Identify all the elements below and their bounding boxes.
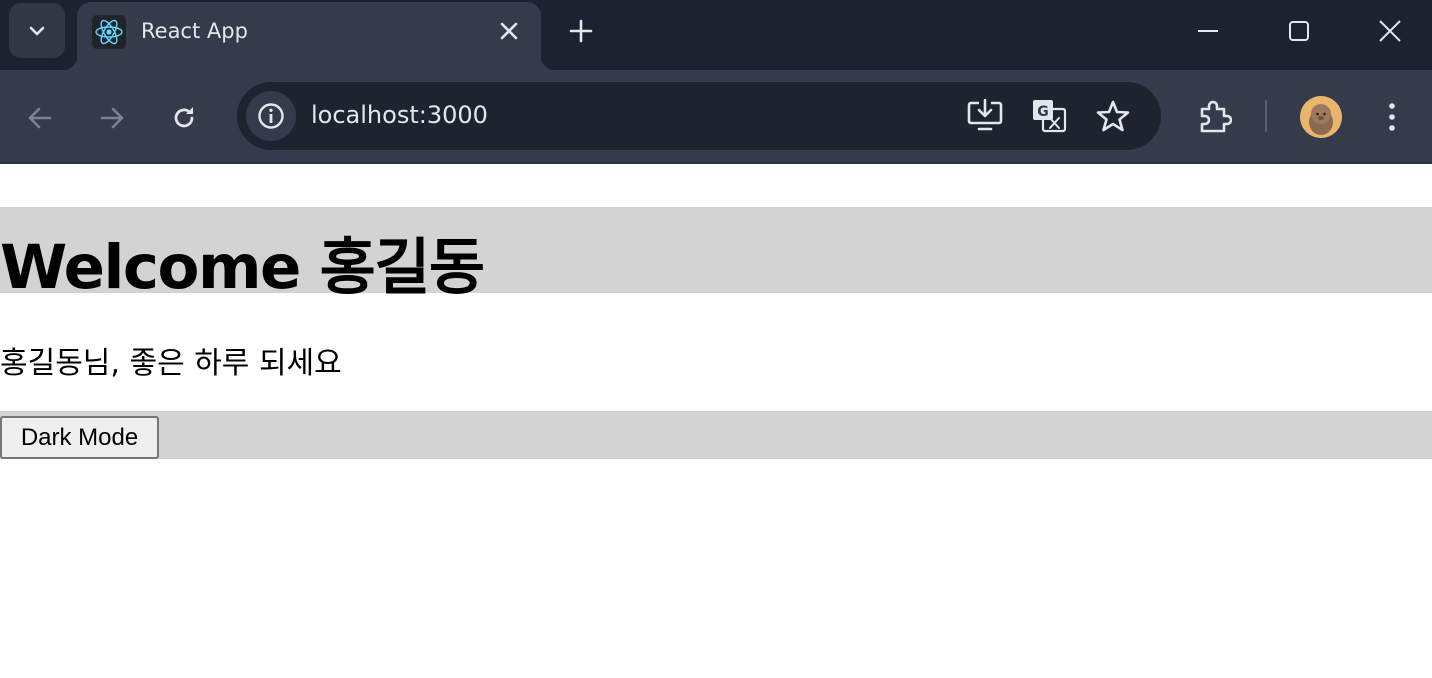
close-icon [1379,20,1401,42]
translate-icon: G [1033,100,1067,133]
button-section: Dark Mode [0,411,1432,459]
window-close-button[interactable] [1367,8,1413,54]
tab-strip: React App [0,0,1432,70]
reload-icon [174,107,194,128]
translate-button[interactable]: G [1027,94,1071,138]
extensions-button[interactable] [1191,94,1237,140]
star-icon [1096,100,1130,132]
address-bar[interactable]: localhost:3000 G [237,82,1161,150]
tab-react-app[interactable]: React App [63,2,555,70]
browser-toolbar: localhost:3000 G [0,70,1432,164]
header-section: Welcome 홍길동 [0,207,1432,303]
dark-mode-button[interactable]: Dark Mode [0,416,159,459]
tab-search-button[interactable] [9,3,65,58]
toolbar-divider [1265,100,1267,132]
tab-close-button[interactable] [494,16,524,46]
toolbar-border [0,162,1432,164]
page-title: Welcome 홍길동 [0,232,485,303]
avatar[interactable] [1300,96,1342,138]
info-icon [258,103,284,129]
plus-icon [569,19,593,43]
url-text: localhost:3000 [311,101,488,129]
install-app-icon [967,99,1003,131]
forward-button[interactable] [90,96,134,140]
close-icon [500,22,518,40]
puzzle-icon [1200,100,1232,133]
chevron-down-icon [29,26,45,35]
maximize-icon [1289,21,1309,41]
back-arrow-icon [28,107,52,129]
minimize-button[interactable] [1185,8,1231,54]
maximize-button[interactable] [1276,8,1322,54]
kebab-menu-icon [1389,103,1395,131]
greeting-text: 홍길동님, 좋은 하루 되세요 [0,346,342,381]
browser-menu-button[interactable] [1369,94,1415,140]
install-app-button[interactable] [963,94,1007,138]
site-info-button[interactable] [246,91,296,141]
svg-text:G: G [1037,104,1049,120]
react-logo-icon [92,15,126,49]
bookmark-button[interactable] [1091,94,1135,138]
forward-arrow-icon [100,107,124,129]
minimize-icon [1198,30,1218,32]
new-tab-button[interactable] [563,13,599,49]
back-button[interactable] [18,96,62,140]
reload-button[interactable] [162,96,206,140]
tab-title: React App [141,19,248,43]
